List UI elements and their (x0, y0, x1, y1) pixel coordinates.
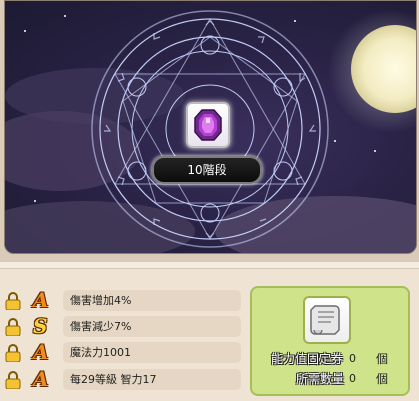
grade-label: 10階段 (152, 156, 262, 184)
potential-line: A 魔法力1001 (5, 340, 241, 365)
rank-badge: A (33, 367, 49, 391)
required-count: 0 (349, 372, 356, 385)
rank-badge: A (33, 340, 49, 364)
rank-badge: S (33, 314, 48, 338)
potential-text: 傷害增加4% (70, 294, 132, 307)
lock-ticket-button[interactable] (303, 296, 351, 344)
potential-line: A 每29等級 智力17 (5, 367, 241, 392)
required-unit: 個 (376, 372, 389, 386)
magic-circle-background: 10階段 (4, 0, 417, 254)
purple-gem-icon (194, 109, 222, 141)
required-label: 所需數量 (296, 372, 345, 386)
potential-line: A 傷害增加4% (5, 288, 241, 313)
cube-item-slot[interactable] (186, 102, 230, 148)
lock-icon[interactable] (5, 292, 21, 310)
rank-badge: A (33, 288, 49, 312)
potential-text: 傷害減少7% (70, 320, 132, 333)
potential-text: 每29等級 智力17 (70, 373, 157, 386)
cube-scene: 10階段 (0, 0, 419, 262)
lock-icon[interactable] (5, 344, 21, 362)
lock-icon[interactable] (5, 371, 21, 389)
ticket-label: 能力值固定券 (271, 352, 344, 366)
potential-line: S 傷害減少7% (5, 314, 241, 339)
scroll-icon (310, 305, 340, 335)
ticket-unit: 個 (376, 352, 389, 366)
potential-text: 魔法力1001 (70, 346, 131, 359)
lock-icon[interactable] (5, 318, 21, 336)
ticket-count: 0 (349, 352, 356, 365)
